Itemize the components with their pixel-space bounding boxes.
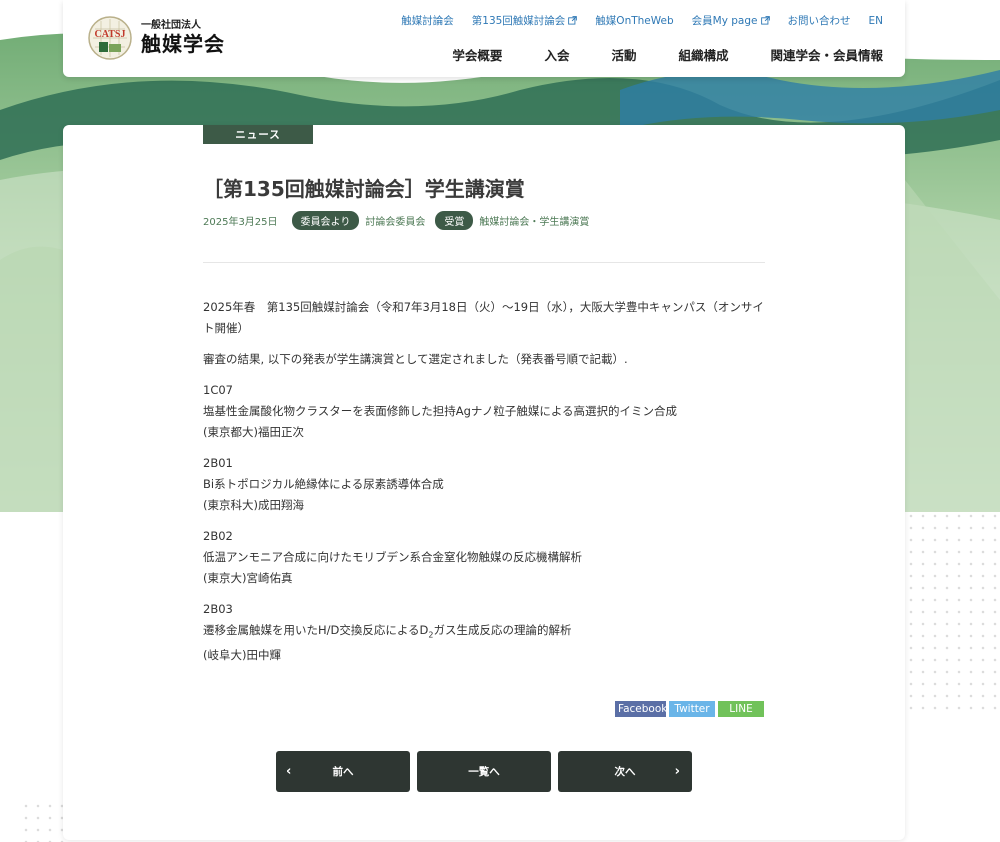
util-nav-135th[interactable]: 第135回触媒討論会 xyxy=(472,13,578,28)
article-body: 2025年春 第135回触媒討論会（令和7年3月18日（火）〜19日（水），大阪… xyxy=(203,297,768,676)
entry-code: 1C07 xyxy=(203,383,233,397)
next-label: 次へ xyxy=(614,766,636,778)
util-nav-label: 会員My page xyxy=(691,15,758,27)
util-nav-label: 触媒OnTheWeb xyxy=(595,15,674,27)
category-tab: ニュース xyxy=(203,125,313,144)
entry-author: (東京都大)福田正次 xyxy=(203,425,304,439)
logo-title: 触媒学会 xyxy=(141,32,225,56)
site-header: CATSJ 一般社団法人 触媒学会 触媒討論会 第135回触媒討論会 触媒OnT… xyxy=(63,0,905,77)
chevron-right-icon: › xyxy=(674,764,680,779)
entry-code: 2B01 xyxy=(203,456,233,470)
util-nav-label: 触媒討論会 xyxy=(401,15,454,27)
entry-title-part: ガス生成反応の理論的解析 xyxy=(433,623,572,637)
chevron-left-icon: ‹ xyxy=(286,764,292,779)
list-item: 2B02 低温アンモニア合成に向けたモリブデン系合金窒化物触媒の反応機構解析 (… xyxy=(203,526,768,589)
main-nav: 学会概要 入会 活動 組織構成 関連学会・会員情報 xyxy=(452,45,883,64)
utility-nav: 触媒討論会 第135回触媒討論会 触媒OnTheWeb 会員My page お問… xyxy=(401,13,883,28)
share-buttons: Facebook Twitter LINE xyxy=(615,701,764,717)
util-nav-ontheweb[interactable]: 触媒OnTheWeb xyxy=(595,13,673,28)
entry-author: (岐阜大)田中輝 xyxy=(203,648,281,663)
lead-paragraph: 審査の結果, 以下の発表が学生講演賞として選定されました（発表番号順で記載）. xyxy=(203,352,628,366)
list-button[interactable]: 一覧へ xyxy=(417,751,551,792)
entry-title: 塩基性金属酸化物クラスターを表面修飾した担持Agナノ粒子触媒による高選択的イミン… xyxy=(203,404,678,418)
list-item: 1C07 塩基性金属酸化物クラスターを表面修飾した担持Agナノ粒子触媒による高選… xyxy=(203,380,768,443)
tag-link-committee[interactable]: 討論会委員会 xyxy=(365,213,425,228)
main-nav-about[interactable]: 学会概要 xyxy=(452,45,502,64)
decorative-dots xyxy=(905,510,1000,710)
list-item: 2B03 遷移金属触媒を用いたH/D交換反応によるD2ガス生成反応の理論的解析 … xyxy=(203,599,768,666)
main-nav-organization[interactable]: 組織構成 xyxy=(678,45,728,64)
prev-label: 前へ xyxy=(332,766,354,778)
entry-title: 遷移金属触媒を用いたH/D交換反応によるD2ガス生成反応の理論的解析 xyxy=(203,620,768,645)
entry-author: (東京科大)成田翔海 xyxy=(203,498,304,512)
util-nav-mypage[interactable]: 会員My page xyxy=(692,13,770,28)
entry-title-part: 遷移金属触媒を用いたH/D交換反応によるD xyxy=(203,623,429,637)
entry-title: Bi系トポロジカル絶縁体による尿素誘導体合成 xyxy=(203,477,444,491)
prev-button[interactable]: ‹ 前へ xyxy=(276,751,410,792)
main-nav-related[interactable]: 関連学会・会員情報 xyxy=(770,45,883,64)
next-button[interactable]: 次へ › xyxy=(558,751,692,792)
decorative-dots xyxy=(20,800,65,842)
divider xyxy=(203,262,765,263)
share-line-button[interactable]: LINE xyxy=(718,701,764,717)
util-nav-label: EN xyxy=(868,14,884,27)
util-nav-toronkai[interactable]: 触媒討論会 xyxy=(401,13,454,28)
util-nav-english[interactable]: EN xyxy=(869,13,884,28)
intro-paragraph: 2025年春 第135回触媒討論会（令和7年3月18日（火）〜19日（水），大阪… xyxy=(203,300,764,335)
external-link-icon xyxy=(760,16,770,25)
main-nav-activities[interactable]: 活動 xyxy=(611,45,636,64)
article-card: ニュース ［第135回触媒討論会］学生講演賞 2025年3月25日 委員会より … xyxy=(63,125,905,840)
article-date: 2025年3月25日 xyxy=(203,217,278,228)
article-meta: 2025年3月25日 委員会より 討論会委員会 受賞 触媒討論会・学生講演賞 xyxy=(203,211,593,230)
entry-code: 2B02 xyxy=(203,529,233,543)
entry-author: (東京大)宮崎佑真 xyxy=(203,571,293,585)
tag-pill-award[interactable]: 受賞 xyxy=(435,211,474,230)
pager: ‹ 前へ 一覧へ 次へ › xyxy=(276,751,692,792)
article-title: ［第135回触媒討論会］学生講演賞 xyxy=(203,177,525,201)
list-item: 2B01 Bi系トポロジカル絶縁体による尿素誘導体合成 (東京科大)成田翔海 xyxy=(203,453,768,516)
util-nav-label: 第135回触媒討論会 xyxy=(471,15,566,27)
logo-subtitle: 一般社団法人 xyxy=(141,20,201,31)
entry-code: 2B03 xyxy=(203,602,233,616)
external-link-icon xyxy=(568,16,578,25)
tag-link-award[interactable]: 触媒討論会・学生講演賞 xyxy=(479,213,589,228)
share-facebook-button[interactable]: Facebook xyxy=(615,701,667,717)
util-nav-label: お問い合わせ xyxy=(787,15,851,27)
site-logo[interactable]: CATSJ 一般社団法人 触媒学会 xyxy=(87,13,247,63)
catsj-logo-icon: CATSJ xyxy=(88,16,132,60)
svg-text:CATSJ: CATSJ xyxy=(95,29,126,40)
tag-pill-committee[interactable]: 委員会より xyxy=(291,211,360,230)
share-twitter-button[interactable]: Twitter xyxy=(669,701,715,717)
main-nav-join[interactable]: 入会 xyxy=(544,45,569,64)
util-nav-contact[interactable]: お問い合わせ xyxy=(788,13,851,28)
entry-title: 低温アンモニア合成に向けたモリブデン系合金窒化物触媒の反応機構解析 xyxy=(203,550,583,564)
list-label: 一覧へ xyxy=(468,766,500,778)
